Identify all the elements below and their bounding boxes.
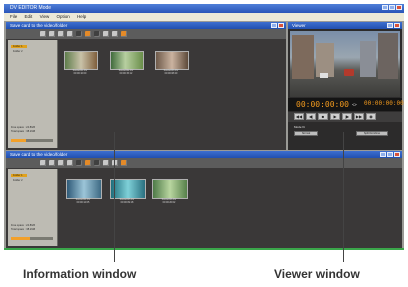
menu-bar: File Edit View Option Help: [4, 13, 404, 21]
split-combine-button[interactable]: Split/Combine: [356, 131, 388, 136]
export-icon[interactable]: [103, 31, 109, 37]
grid-view-icon[interactable]: [40, 160, 46, 166]
video-preview: [290, 31, 400, 97]
timecode-separator: <>: [352, 102, 357, 107]
maximize-icon[interactable]: [389, 5, 395, 10]
playback-controls: ◀◀ ◀| ■ ▶ |▶ ▶▶ ◉: [288, 112, 402, 122]
export-icon[interactable]: [103, 160, 109, 166]
folder-label[interactable]: Folder 2: [13, 179, 23, 182]
record-icon[interactable]: [121, 160, 127, 166]
clip-time: 00:00:10:00: [73, 72, 87, 75]
viewer-title: Viewer: [292, 23, 306, 28]
copy-icon[interactable]: [67, 31, 73, 37]
minimize-icon[interactable]: [387, 23, 393, 28]
grid-view-icon[interactable]: [40, 31, 46, 37]
total-space-text: Total space : 38.2GB: [11, 228, 36, 231]
clip-time: 00:00:12:05: [76, 201, 90, 204]
clip-thumbnail[interactable]: [155, 51, 189, 70]
clip-thumbnail[interactable]: [110, 179, 146, 199]
app-title: DV EDITOR Mode: [10, 5, 52, 11]
callout-line-viewer: [343, 132, 344, 262]
info-top-toolbar: [6, 29, 286, 39]
viewer-title-bar: Viewer: [288, 22, 402, 29]
import-icon[interactable]: [112, 31, 118, 37]
capture-icon[interactable]: [85, 31, 91, 37]
fast-forward-button[interactable]: ▶▶: [354, 113, 364, 120]
maximize-icon[interactable]: [387, 152, 393, 157]
info-top-title-bar: Save card to the video/folder: [6, 22, 286, 29]
copy-icon[interactable]: [67, 160, 73, 166]
viewer-window-controls: [387, 23, 400, 28]
timecode-current: 00:00:00:00: [296, 100, 349, 109]
clip-thumbnail[interactable]: [110, 51, 144, 70]
free-space-text: Free space : 24.8GB: [11, 224, 35, 227]
record-icon[interactable]: [121, 31, 127, 37]
timecode-panel: 00:00:00:00 <> 00:00:00:00: [288, 98, 404, 111]
info-top-title: Save card to the video/folder: [10, 23, 68, 28]
menu-help[interactable]: Help: [77, 13, 86, 21]
clip-time: 00:00:15:12: [119, 72, 133, 75]
close-icon[interactable]: [396, 5, 402, 10]
viewer-window: Viewer 00:00:00:00 <> 00:00:00:00 ◀◀ ◀| …: [288, 22, 404, 150]
mode-label: Mode fit: [294, 125, 305, 129]
minimize-icon[interactable]: [271, 23, 277, 28]
capture-icon[interactable]: [85, 160, 91, 166]
menu-edit[interactable]: Edit: [25, 13, 33, 21]
application-window: DV EDITOR Mode File Edit View Option Hel…: [4, 4, 404, 250]
info-bottom-sidebar: Folder 1 Folder 2 Free space : 24.8GB To…: [8, 169, 58, 246]
folder-label: Folder 1: [13, 174, 23, 177]
info-bottom-title: Save card to the video/folder: [10, 152, 68, 157]
normal-button[interactable]: Normal: [294, 131, 318, 136]
info-bottom-window-controls: [380, 152, 400, 157]
total-space-text: Total space : 38.2GB: [11, 130, 36, 133]
folder-label: Folder 1: [13, 45, 23, 48]
list-view-icon[interactable]: [49, 160, 55, 166]
clip-time: 00:00:08:20: [164, 72, 178, 75]
menu-view[interactable]: View: [40, 13, 50, 21]
clip-thumbnail[interactable]: [66, 179, 102, 199]
stop-button[interactable]: ■: [318, 113, 328, 120]
snapshot-button[interactable]: ◉: [366, 113, 376, 120]
next-frame-button[interactable]: |▶: [342, 113, 352, 120]
storage-progress-fill: [11, 139, 26, 142]
caption-information-window: Information window: [23, 267, 137, 281]
callout-line-information: [114, 132, 115, 262]
folder-label[interactable]: Folder 2: [13, 50, 23, 53]
information-window-top: Save card to the video/folder Folder 1 F…: [6, 22, 286, 150]
play-button[interactable]: ▶: [330, 113, 340, 120]
storage-progress-bar: [11, 139, 53, 142]
clip-thumbnail[interactable]: [64, 51, 98, 70]
caption-viewer-window: Viewer window: [274, 267, 360, 281]
minimize-icon[interactable]: [382, 5, 388, 10]
app-title-bar: DV EDITOR Mode: [4, 4, 404, 13]
rewind-button[interactable]: ◀◀: [294, 113, 304, 120]
prev-frame-button[interactable]: ◀|: [306, 113, 316, 120]
clip-time: 00:00:20:02: [162, 201, 176, 204]
delete-icon[interactable]: [94, 160, 100, 166]
close-icon[interactable]: [394, 23, 400, 28]
list-view-icon[interactable]: [49, 31, 55, 37]
menu-file[interactable]: File: [10, 13, 17, 21]
taskbar-strip: [4, 248, 404, 250]
clip-thumbnail[interactable]: [152, 179, 188, 199]
cut-icon[interactable]: [58, 160, 64, 166]
info-top-sidebar: Folder 1 Folder 2 Free space : 24.8GB To…: [8, 40, 58, 148]
timecode-total: 00:00:00:00: [364, 100, 404, 107]
close-icon[interactable]: [394, 152, 400, 157]
close-icon[interactable]: [278, 23, 284, 28]
free-space-text: Free space : 24.8GB: [11, 126, 35, 129]
import-icon[interactable]: [112, 160, 118, 166]
cut-icon[interactable]: [58, 31, 64, 37]
delete-icon[interactable]: [94, 31, 100, 37]
paste-icon[interactable]: [76, 31, 82, 37]
storage-progress-bar: [11, 237, 53, 240]
app-window-controls: [382, 5, 402, 10]
storage-progress-fill: [11, 237, 30, 240]
info-top-window-controls: [271, 23, 284, 28]
minimize-icon[interactable]: [380, 152, 386, 157]
clip-time: 00:00:09:18: [120, 201, 134, 204]
paste-icon[interactable]: [76, 160, 82, 166]
menu-option[interactable]: Option: [57, 13, 70, 21]
